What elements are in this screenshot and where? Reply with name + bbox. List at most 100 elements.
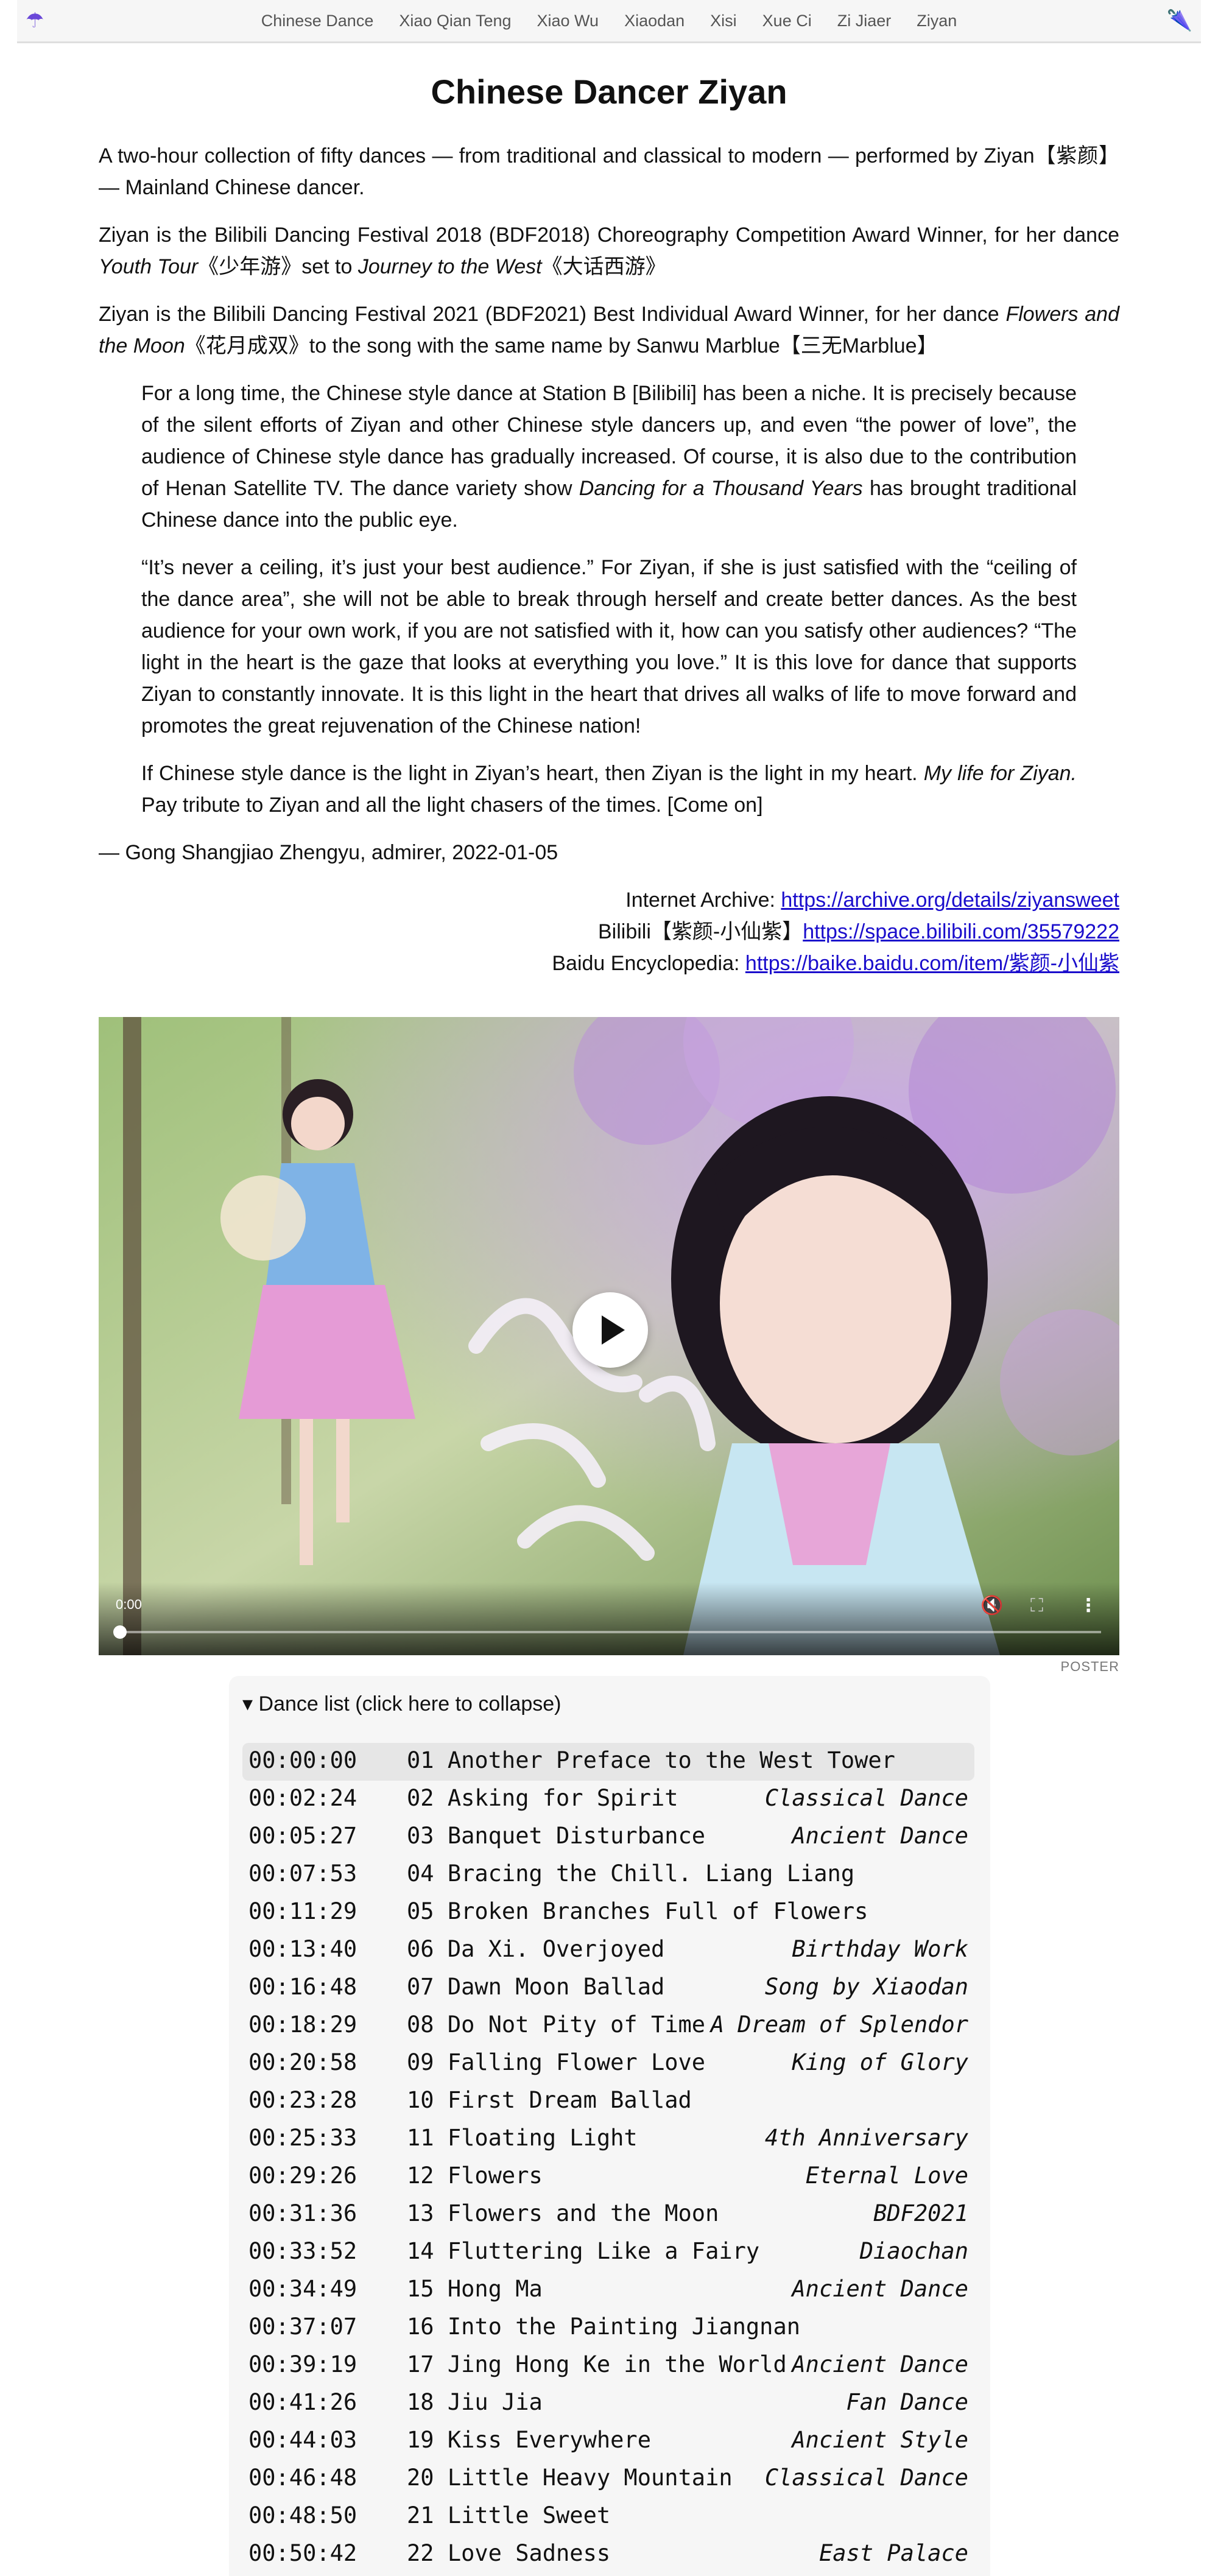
dance-list-item[interactable]: 00:33:52 14 Fluttering Like a Fairy Diaoch… [242,2234,974,2272]
dance-list-item[interactable]: 00:34:49 15 Hong Ma Ancient Dance [242,2272,974,2309]
link-row-bilibili: Bilibili【紫颜-小仙紫】https://space.bilibili.c… [99,916,1119,948]
dance-timestamp[interactable]: 00:46:48 [248,2460,407,2496]
dance-list-item[interactable]: 00:25:33 11 Floating Light 4th Anniversary [242,2120,974,2158]
dance-timestamp[interactable]: 00:50:42 [248,2536,407,2571]
dance-timestamp[interactable]: 00:00:00 [248,1743,407,1778]
dance-list-item[interactable]: 00:16:48 07 Dawn Moon Ballad Song by Xiaod… [242,1969,974,2007]
progress-thumb[interactable] [113,1625,127,1639]
dance-timestamp[interactable]: 00:18:29 [248,2007,407,2043]
dance-list-item[interactable]: 00:13:40 06 Da Xi. Overjoyed Birthday Work [242,1932,974,1969]
dance-list-item[interactable]: 00:23:28 10 First Dream Ballad [242,2083,974,2120]
award-2021-paragraph: Ziyan is the Bilibili Dancing Festival 2… [99,298,1119,362]
dance-list: 00:00:00 01 Another Preface to the West T… [242,1743,974,2574]
award-2021-text: Ziyan is the Bilibili Dancing Festival 2… [99,303,1006,326]
link-row-archive: Internet Archive: https://archive.org/de… [99,884,1119,916]
dance-list-item[interactable]: 00:05:27 03 Banquet Disturbance Ancient Da… [242,1818,974,1856]
dance-timestamp[interactable]: 00:25:33 [248,2120,407,2156]
dance-list-details: ▾ Dance list (click here to collapse) 00… [229,1676,990,2576]
dance-list-item[interactable]: 00:11:29 05 Broken Branches Full of Flowe… [242,1894,974,1932]
dance-timestamp[interactable]: 00:48:50 [248,2498,407,2533]
dance-timestamp[interactable]: 00:34:49 [248,2272,407,2307]
umbrella-icon[interactable]: ☂ [26,9,44,33]
dance-list-item[interactable]: 00:48:50 21 Little Sweet [242,2498,974,2536]
archive-link[interactable]: https://archive.org/details/ziyansweet [781,889,1119,912]
dance-timestamp[interactable]: 00:39:19 [248,2347,407,2382]
dance-timestamp[interactable]: 00:13:40 [248,1932,407,1967]
dance-list-item[interactable]: 00:37:07 16 Into the Painting Jiangnan [242,2309,974,2347]
nav-link-xue-ci[interactable]: Xue Ci [762,12,812,30]
dance-title: 03 Banquet Disturbance [407,1823,706,1849]
poster-label: POSTER [1060,1659,1119,1674]
link-label-archive: Internet Archive: [625,889,781,912]
dance-timestamp[interactable]: 00:33:52 [248,2234,407,2269]
quote-paragraph-2: “It’s never a ceiling, it’s just your be… [141,556,1077,737]
dance-list-item[interactable]: 00:18:29 08 Do Not Pity of Time A Dream of… [242,2007,974,2045]
dance-tag: Song by Xiaodan [764,1974,968,2000]
attribution: — Gong Shangjiao Zhengyu, admirer, 2022-… [99,841,558,864]
bilibili-link[interactable]: https://space.bilibili.com/35579222 [803,920,1119,943]
dance-tag: Fan Dance [846,2389,968,2415]
dance-timestamp[interactable]: 00:23:28 [248,2083,407,2118]
dance-list-item[interactable]: 00:00:00 01 Another Preface to the West T… [242,1743,974,1781]
dance-title: 12 Flowers [407,2163,543,2189]
dance-timestamp[interactable]: 00:05:27 [248,1818,407,1854]
video-player[interactable]: 0:00 🔇 ⛶ ⋮ [99,1017,1119,1655]
dance-timestamp[interactable]: 00:02:24 [248,1781,407,1816]
dance-title: 01 Another Preface to the West Tower [407,1747,895,1773]
dance-title: 09 Falling Flower Love [407,2049,706,2075]
nav-link-zi-jiaer[interactable]: Zi Jiaer [837,12,892,30]
nav-link-chinese-dance[interactable]: Chinese Dance [261,12,374,30]
dance-tag: East Palace [818,2540,968,2566]
admirer-quote: For a long time, the Chinese style dance… [141,378,1077,821]
dance-tag: Diaochan [859,2238,968,2264]
dance-timestamp[interactable]: 00:20:58 [248,2045,407,2080]
mute-icon[interactable]: 🔇 [980,1595,1003,1616]
dance-timestamp[interactable]: 00:16:48 [248,1969,407,2005]
closed-umbrella-icon[interactable]: 🌂 [1167,9,1192,33]
video-progress-bar[interactable] [113,1625,1101,1639]
dance-title: 02 Asking for Spirit [407,1785,678,1811]
dance-list-item[interactable]: 00:31:36 13 Flowers and the Moon BDF2021 [242,2196,974,2234]
award-2018-text-suffix: 《大话西游》 [541,255,666,278]
nav-link-xiao-qian-teng[interactable]: Xiao Qian Teng [399,12,511,30]
nav-link-xiao-wu[interactable]: Xiao Wu [537,12,599,30]
dance-list-item[interactable]: 00:44:03 19 Kiss Everywhere Ancient Style [242,2423,974,2460]
dance-timestamp[interactable]: 00:37:07 [248,2309,407,2345]
award-2018-text: Ziyan is the Bilibili Dancing Festival 2… [99,223,1119,247]
dance-list-toggle[interactable]: ▾ Dance list (click here to collapse) [242,1692,561,1716]
page-title: Chinese Dancer Ziyan [431,72,787,111]
dance-tag: King of Glory [792,2049,968,2075]
dance-timestamp[interactable]: 00:11:29 [248,1894,407,1929]
dance-tag: Eternal Love [805,2163,968,2189]
dance-list-item[interactable]: 00:20:58 09 Falling Flower Love King of Gl… [242,2045,974,2083]
dance-list-item[interactable]: 00:46:48 20 Little Heavy Mountain Classica… [242,2460,974,2498]
nav-link-ziyan[interactable]: Ziyan [917,12,957,30]
fullscreen-icon[interactable]: ⛶ [1030,1596,1043,1616]
dance-tag: A Dream of Splendor [710,2011,968,2038]
dance-title: 07 Dawn Moon Ballad [407,1974,665,2000]
more-options-icon[interactable]: ⋮ [1079,1595,1097,1616]
play-button[interactable] [572,1292,648,1368]
award-2018-paragraph: Ziyan is the Bilibili Dancing Festival 2… [99,219,1119,283]
nav-link-xisi[interactable]: Xisi [710,12,737,30]
dance-tag: BDF2021 [873,2200,968,2226]
dance-timestamp[interactable]: 00:29:26 [248,2158,407,2194]
dance-list-item[interactable]: 00:07:53 04 Bracing the Chill. Liang Lian… [242,1856,974,1894]
show-title: Dancing for a Thousand Years [579,477,863,500]
dance-list-item[interactable]: 00:02:24 02 Asking for Spirit Classical Da… [242,1781,974,1818]
dance-list-item[interactable]: 00:29:26 12 Flowers Eternal Love [242,2158,974,2196]
link-row-baidu: Baidu Encyclopedia: https://baike.baidu.… [99,948,1119,979]
baidu-link[interactable]: https://baike.baidu.com/item/紫颜-小仙紫 [745,952,1119,975]
dance-list-item[interactable]: 00:39:19 17 Jing Hong Ke in the World Anci… [242,2347,974,2385]
dance-title: 21 Little Sweet [407,2502,611,2528]
nav-link-xiaodan[interactable]: Xiaodan [624,12,685,30]
dance-tag: 4th Anniversary [764,2125,968,2151]
award-2021-text-suffix: 《花月成双》to the song with the same name by … [185,334,938,357]
dance-list-item[interactable]: 00:50:42 22 Love Sadness East Palace [242,2536,974,2574]
dance-timestamp[interactable]: 00:41:26 [248,2385,407,2420]
dance-timestamp[interactable]: 00:44:03 [248,2423,407,2458]
dance-list-item[interactable]: 00:41:26 18 Jiu Jia Fan Dance [242,2385,974,2423]
top-navigation: ☂ Chinese Dance Xiao Qian Teng Xiao Wu X… [17,0,1201,43]
dance-timestamp[interactable]: 00:31:36 [248,2196,407,2231]
dance-timestamp[interactable]: 00:07:53 [248,1856,407,1892]
